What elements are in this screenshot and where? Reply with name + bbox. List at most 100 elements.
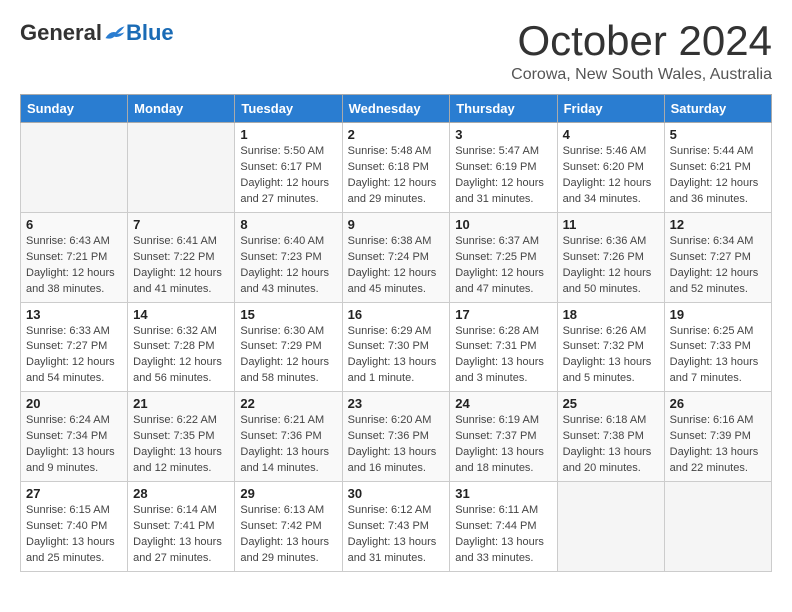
day-number: 18 [563,307,659,322]
day-info: Sunrise: 6:15 AM Sunset: 7:40 PM Dayligh… [26,503,122,567]
calendar-cell: 27Sunrise: 6:15 AM Sunset: 7:40 PM Dayli… [21,482,128,572]
day-number: 13 [26,307,122,322]
calendar-cell: 7 Sunrise: 6:41 AM Sunset: 7:22 PM Daylig… [128,212,235,302]
calendar-cell: 15 Sunrise: 6:30 AM Sunset: 7:29 PM Dayli… [235,302,342,392]
title-block: October 2024 Corowa, New South Wales, Au… [511,20,772,84]
day-number: 16 [348,307,445,322]
calendar-week-1: 1 Sunrise: 5:50 AM Sunset: 6:17 PM Daylig… [21,123,772,213]
day-info: Sunrise: 6:22 AM Sunset: 7:35 PM Dayligh… [133,413,229,477]
calendar-week-2: 6 Sunrise: 6:43 AM Sunset: 7:21 PM Daylig… [21,212,772,302]
day-info: Sunrise: 6:11 AM Sunset: 7:44 PM Dayligh… [455,503,551,567]
calendar-cell: 3 Sunrise: 5:47 AM Sunset: 6:19 PM Daylig… [450,123,557,213]
day-number: 6 [26,217,122,232]
calendar-cell: 2 Sunrise: 5:48 AM Sunset: 6:18 PM Daylig… [342,123,450,213]
calendar-week-4: 20 Sunrise: 6:24 AM Sunset: 7:34 PM Dayli… [21,392,772,482]
day-number: 5 [670,127,766,142]
day-header-wednesday: Wednesday [342,95,450,123]
day-number: 2 [348,127,445,142]
day-info: Sunrise: 6:13 AM Sunset: 7:42 PM Dayligh… [240,503,336,567]
calendar-cell: 1 Sunrise: 5:50 AM Sunset: 6:17 PM Daylig… [235,123,342,213]
calendar-cell: 28 Sunrise: 6:14 AM Sunset: 7:41 PM Dayli… [128,482,235,572]
day-number: 8 [240,217,336,232]
calendar-cell: 22 Sunrise: 6:21 AM Sunset: 7:36 PM Dayli… [235,392,342,482]
day-info: Sunrise: 5:47 AM Sunset: 6:19 PM Dayligh… [455,144,551,208]
day-info: Sunrise: 6:26 AM Sunset: 7:32 PM Dayligh… [563,324,659,388]
logo-blue-text: Blue [126,20,174,46]
day-info: Sunrise: 6:37 AM Sunset: 7:25 PM Dayligh… [455,234,551,298]
day-header-saturday: Saturday [664,95,771,123]
calendar-cell: 12Sunrise: 6:34 AM Sunset: 7:27 PM Dayli… [664,212,771,302]
day-number: 1 [240,127,336,142]
day-info: Sunrise: 6:33 AM Sunset: 7:27 PM Dayligh… [26,324,122,388]
day-number: 12 [670,217,766,232]
day-number: 19 [670,307,766,322]
calendar-week-5: 27Sunrise: 6:15 AM Sunset: 7:40 PM Dayli… [21,482,772,572]
day-info: Sunrise: 5:46 AM Sunset: 6:20 PM Dayligh… [563,144,659,208]
calendar-cell: 17Sunrise: 6:28 AM Sunset: 7:31 PM Dayli… [450,302,557,392]
day-info: Sunrise: 6:32 AM Sunset: 7:28 PM Dayligh… [133,324,229,388]
calendar-cell: 26 Sunrise: 6:16 AM Sunset: 7:39 PM Dayli… [664,392,771,482]
day-info: Sunrise: 6:29 AM Sunset: 7:30 PM Dayligh… [348,324,445,388]
logo-general-text: General [20,20,102,46]
calendar-cell: 25Sunrise: 6:18 AM Sunset: 7:38 PM Dayli… [557,392,664,482]
calendar-cell: 14Sunrise: 6:32 AM Sunset: 7:28 PM Dayli… [128,302,235,392]
calendar-cell: 20 Sunrise: 6:24 AM Sunset: 7:34 PM Dayli… [21,392,128,482]
day-number: 22 [240,396,336,411]
day-info: Sunrise: 6:19 AM Sunset: 7:37 PM Dayligh… [455,413,551,477]
calendar-header-row: SundayMondayTuesdayWednesdayThursdayFrid… [21,95,772,123]
calendar-cell: 19 Sunrise: 6:25 AM Sunset: 7:33 PM Dayli… [664,302,771,392]
day-info: Sunrise: 5:50 AM Sunset: 6:17 PM Dayligh… [240,144,336,208]
calendar-cell: 21 Sunrise: 6:22 AM Sunset: 7:35 PM Dayli… [128,392,235,482]
day-header-thursday: Thursday [450,95,557,123]
day-number: 7 [133,217,229,232]
calendar-cell: 8Sunrise: 6:40 AM Sunset: 7:23 PM Daylig… [235,212,342,302]
day-info: Sunrise: 6:14 AM Sunset: 7:41 PM Dayligh… [133,503,229,567]
day-number: 23 [348,396,445,411]
day-number: 3 [455,127,551,142]
calendar-cell: 9Sunrise: 6:38 AM Sunset: 7:24 PM Daylig… [342,212,450,302]
day-number: 26 [670,396,766,411]
day-number: 21 [133,396,229,411]
day-info: Sunrise: 6:41 AM Sunset: 7:22 PM Dayligh… [133,234,229,298]
page-header: General Blue October 2024 Corowa, New So… [20,20,772,84]
day-info: Sunrise: 6:43 AM Sunset: 7:21 PM Dayligh… [26,234,122,298]
calendar-cell: 6 Sunrise: 6:43 AM Sunset: 7:21 PM Daylig… [21,212,128,302]
day-number: 29 [240,486,336,501]
day-info: Sunrise: 6:12 AM Sunset: 7:43 PM Dayligh… [348,503,445,567]
day-info: Sunrise: 6:21 AM Sunset: 7:36 PM Dayligh… [240,413,336,477]
day-info: Sunrise: 6:38 AM Sunset: 7:24 PM Dayligh… [348,234,445,298]
day-number: 15 [240,307,336,322]
calendar-cell: 24Sunrise: 6:19 AM Sunset: 7:37 PM Dayli… [450,392,557,482]
calendar-cell: 13 Sunrise: 6:33 AM Sunset: 7:27 PM Dayli… [21,302,128,392]
logo-bird-icon [104,24,126,42]
day-info: Sunrise: 6:36 AM Sunset: 7:26 PM Dayligh… [563,234,659,298]
calendar-cell [557,482,664,572]
day-number: 4 [563,127,659,142]
calendar-cell [21,123,128,213]
calendar-cell: 10 Sunrise: 6:37 AM Sunset: 7:25 PM Dayli… [450,212,557,302]
day-header-friday: Friday [557,95,664,123]
day-info: Sunrise: 6:24 AM Sunset: 7:34 PM Dayligh… [26,413,122,477]
calendar-week-3: 13 Sunrise: 6:33 AM Sunset: 7:27 PM Dayli… [21,302,772,392]
day-number: 11 [563,217,659,232]
day-number: 31 [455,486,551,501]
day-info: Sunrise: 6:18 AM Sunset: 7:38 PM Dayligh… [563,413,659,477]
day-info: Sunrise: 5:48 AM Sunset: 6:18 PM Dayligh… [348,144,445,208]
month-title: October 2024 [511,20,772,62]
day-header-tuesday: Tuesday [235,95,342,123]
day-info: Sunrise: 6:20 AM Sunset: 7:36 PM Dayligh… [348,413,445,477]
day-info: Sunrise: 5:44 AM Sunset: 6:21 PM Dayligh… [670,144,766,208]
day-number: 28 [133,486,229,501]
calendar-cell: 23 Sunrise: 6:20 AM Sunset: 7:36 PM Dayli… [342,392,450,482]
calendar-cell: 31 Sunrise: 6:11 AM Sunset: 7:44 PM Dayli… [450,482,557,572]
day-number: 20 [26,396,122,411]
day-header-monday: Monday [128,95,235,123]
day-info: Sunrise: 6:30 AM Sunset: 7:29 PM Dayligh… [240,324,336,388]
day-number: 10 [455,217,551,232]
calendar-cell [664,482,771,572]
calendar-table: SundayMondayTuesdayWednesdayThursdayFrid… [20,94,772,572]
day-number: 17 [455,307,551,322]
calendar-cell [128,123,235,213]
day-info: Sunrise: 6:16 AM Sunset: 7:39 PM Dayligh… [670,413,766,477]
day-info: Sunrise: 6:25 AM Sunset: 7:33 PM Dayligh… [670,324,766,388]
